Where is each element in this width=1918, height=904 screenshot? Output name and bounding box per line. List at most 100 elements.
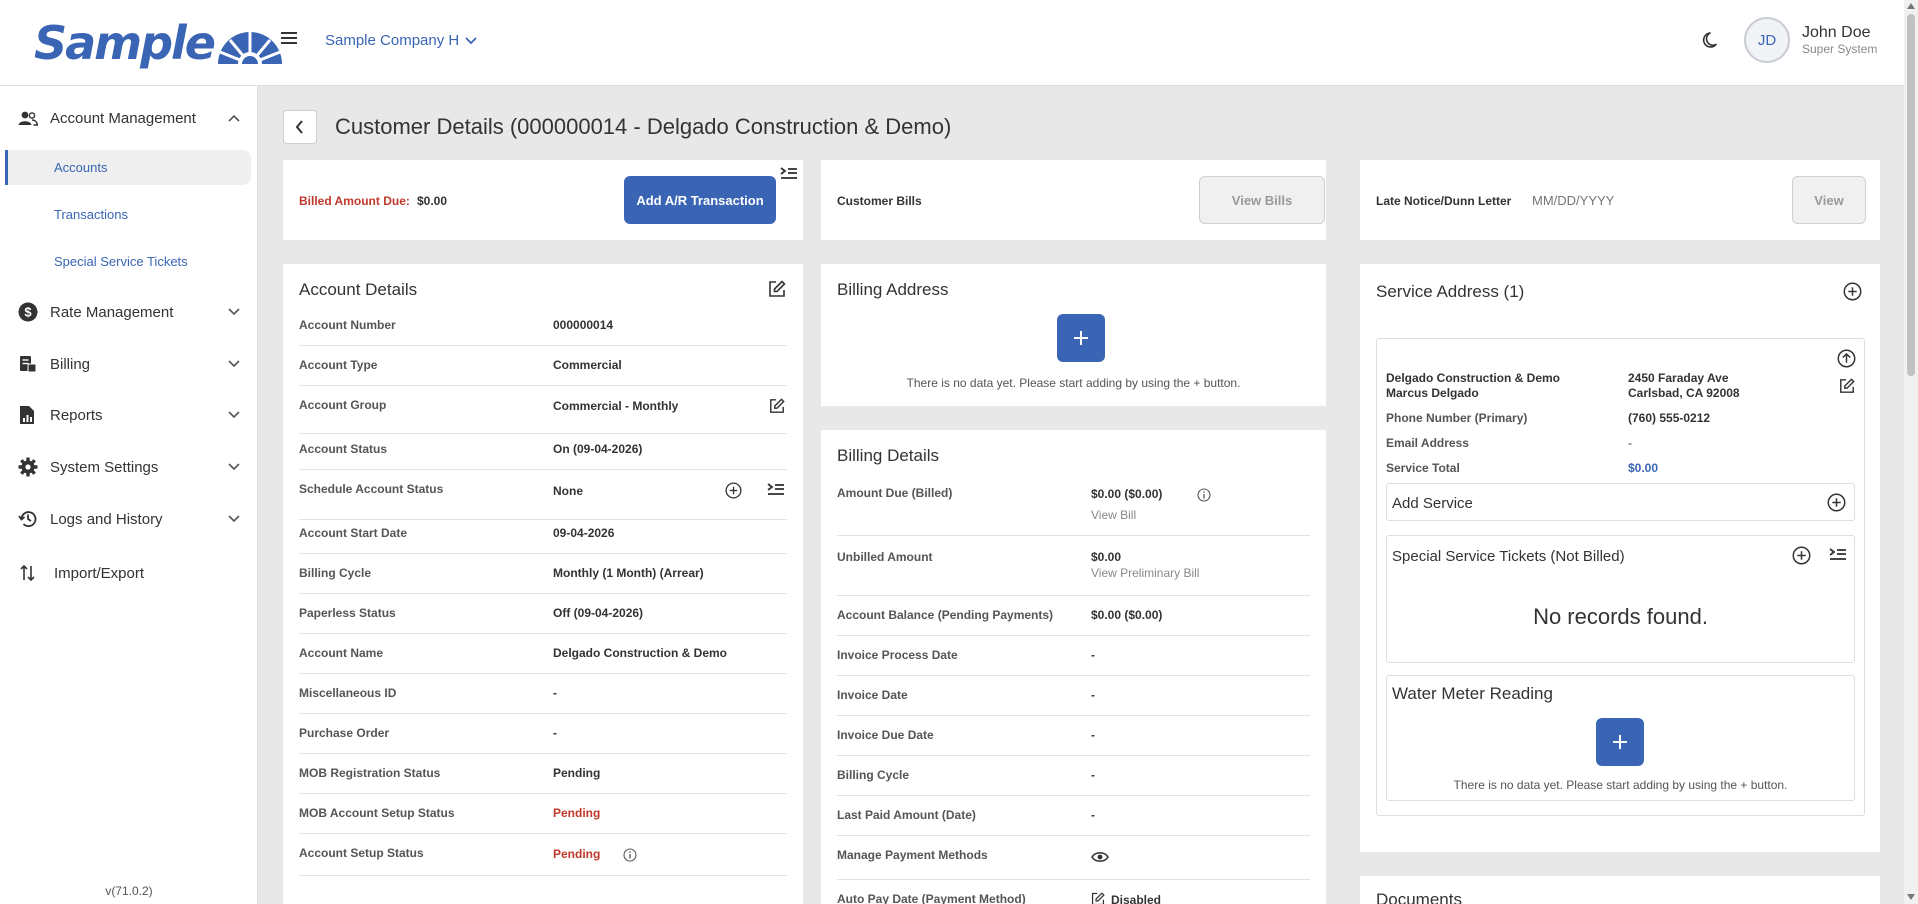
sidebar-item-reports[interactable]: Reports	[0, 395, 258, 435]
user-name: John Doe	[1802, 24, 1871, 41]
add-water-meter-reading-button[interactable]	[1596, 718, 1644, 766]
billing-address-title: Billing Address	[837, 280, 949, 299]
billing-value: $0.00 ($0.00)	[1091, 487, 1163, 501]
info-icon[interactable]	[1197, 488, 1211, 502]
arrow-up-circle-icon[interactable]	[1837, 349, 1856, 368]
billing-icon	[20, 356, 37, 373]
edit-account-group-icon[interactable]	[769, 398, 785, 414]
billing-details-title: Billing Details	[837, 446, 940, 465]
sidebar-subitem-special-service-tickets[interactable]: Special Service Tickets	[5, 244, 251, 279]
info-icon[interactable]	[623, 848, 637, 862]
billing-row-unbilled-amount: Unbilled Amount $0.00 View Preliminary B…	[837, 548, 1310, 596]
detail-label: Billing Cycle	[299, 566, 372, 580]
chevron-left-icon	[295, 120, 303, 134]
logo-sun-icon	[218, 32, 282, 66]
sidebar-subitem-accounts[interactable]: Accounts	[5, 150, 251, 185]
edit-auto-pay-icon[interactable]	[1091, 892, 1105, 904]
service-contact-name: Marcus Delgado	[1386, 386, 1479, 400]
edit-service-address-icon[interactable]	[1839, 378, 1855, 394]
add-circle-icon[interactable]	[1827, 493, 1846, 512]
late-notice-label: Late Notice/Dunn Letter	[1376, 194, 1512, 208]
late-notice-date-input[interactable]	[1532, 188, 1712, 212]
add-circle-icon[interactable]	[725, 482, 742, 499]
customer-bills-card: Customer Bills View Bills	[821, 160, 1326, 240]
plus-icon	[1074, 331, 1088, 345]
detail-label: Account Type	[299, 358, 378, 372]
billing-value: -	[1091, 768, 1095, 782]
add-circle-icon[interactable]	[1792, 546, 1811, 565]
plus-icon	[1613, 735, 1627, 749]
eye-icon[interactable]	[1091, 850, 1109, 864]
view-late-notice-button[interactable]: View	[1792, 176, 1866, 224]
no-records-text: No records found.	[1533, 604, 1708, 629]
detail-row-account-type: Account Type Commercial	[299, 358, 787, 386]
reports-icon	[20, 406, 34, 424]
sidebar-item-system-settings[interactable]: System Settings	[0, 447, 258, 487]
list-icon[interactable]	[780, 166, 798, 182]
sidebar-item-billing[interactable]: Billing	[0, 344, 258, 384]
add-circle-icon[interactable]	[1843, 282, 1862, 301]
detail-value: 09-04-2026	[553, 526, 615, 540]
account-details-card: Account Details Account Number 000000014…	[283, 264, 803, 904]
company-selector[interactable]: Sample Company H	[325, 32, 477, 49]
list-icon[interactable]	[767, 482, 785, 498]
view-bills-button[interactable]: View Bills	[1199, 176, 1325, 224]
back-button[interactable]	[283, 110, 317, 144]
documents-title: Documents	[1376, 890, 1462, 904]
sidebar-item-import-export[interactable]: Import/Export	[0, 553, 258, 593]
view-preliminary-bill-link[interactable]: View Preliminary Bill	[1091, 566, 1199, 580]
svg-text:$: $	[24, 305, 32, 320]
moon-icon	[1702, 32, 1717, 48]
billing-label: Billing Cycle	[837, 768, 910, 782]
detail-label: MOB Registration Status	[299, 766, 441, 780]
view-bill-link[interactable]: View Bill	[1091, 508, 1136, 522]
sidebar-item-label: Billing	[50, 355, 91, 373]
edit-account-icon[interactable]	[768, 280, 786, 298]
billing-label: Manage Payment Methods	[837, 848, 988, 862]
menu-toggle-icon[interactable]	[280, 30, 302, 50]
billing-value: -	[1091, 688, 1095, 702]
dark-mode-toggle[interactable]	[1702, 30, 1722, 50]
detail-label: Account Group	[299, 398, 387, 412]
logo[interactable]: Sample	[34, 16, 286, 70]
detail-label: Purchase Order	[299, 726, 390, 740]
sidebar-item-label: Import/Export	[54, 564, 145, 582]
detail-value: 000000014	[553, 318, 614, 332]
scrollbar-thumb[interactable]	[1907, 14, 1915, 376]
detail-row-paperless-status: Paperless Status Off (09-04-2026)	[299, 606, 787, 634]
billing-label: Last Paid Amount (Date)	[837, 808, 976, 822]
billing-details-card: Billing Details Amount Due (Billed) $0.0…	[821, 430, 1326, 904]
billing-row-billing-cycle: Billing Cycle -	[837, 768, 1310, 796]
scroll-down-arrow-icon[interactable]	[1907, 894, 1915, 900]
sidebar-subitem-transactions[interactable]: Transactions	[5, 197, 251, 232]
scroll-up-arrow-icon[interactable]	[1907, 3, 1915, 9]
chevron-down-icon	[228, 360, 240, 368]
detail-row-account-name: Account Name Delgado Construction & Demo	[299, 646, 787, 674]
sidebar-item-account-management[interactable]: Account Management	[0, 98, 258, 138]
users-icon	[18, 111, 38, 126]
dollar-icon: $	[18, 302, 38, 322]
detail-row-account-start-date: Account Start Date 09-04-2026	[299, 526, 787, 554]
add-service-row[interactable]: Add Service	[1386, 483, 1855, 521]
company-name: Sample Company H	[325, 32, 460, 49]
sidebar-item-label: Rate Management	[50, 303, 174, 321]
detail-label: Account Name	[299, 646, 384, 660]
billed-amount-card: Billed Amount Due: $0.00 Add A/R Transac…	[283, 160, 803, 240]
avatar[interactable]: JD	[1744, 17, 1790, 63]
add-billing-address-button[interactable]	[1057, 314, 1105, 362]
account-details-title: Account Details	[299, 280, 418, 299]
add-ar-transaction-button[interactable]: Add A/R Transaction	[624, 176, 776, 224]
billing-row-invoice-date: Invoice Date -	[837, 688, 1310, 716]
detail-value: Commercial - Monthly	[553, 399, 679, 413]
detail-row-schedule-account-status: Schedule Account Status None	[299, 482, 787, 520]
billing-label: Invoice Due Date	[837, 728, 934, 742]
billing-row-manage-payment-methods: Manage Payment Methods	[837, 848, 1310, 880]
list-icon[interactable]	[1829, 547, 1847, 563]
billing-label: Invoice Date	[837, 688, 908, 702]
add-service-label: Add Service	[1392, 495, 1473, 512]
sidebar-item-logs-history[interactable]: Logs and History	[0, 499, 258, 539]
billing-row-last-paid-amount: Last Paid Amount (Date) -	[837, 808, 1310, 836]
sidebar-item-rate-management[interactable]: $ Rate Management	[0, 292, 258, 332]
page-scrollbar[interactable]	[1904, 0, 1918, 904]
billing-label: Auto Pay Date (Payment Method)	[837, 892, 1026, 904]
